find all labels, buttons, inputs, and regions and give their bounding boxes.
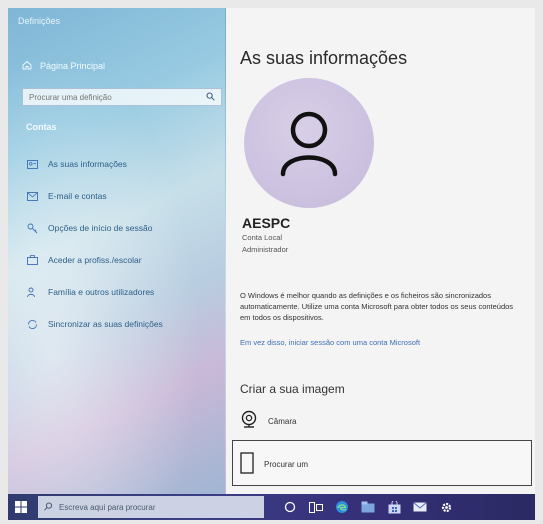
settings-icon[interactable] [438, 499, 454, 515]
nav-item-label: Aceder a profiss./escolar [48, 255, 142, 265]
search-icon [44, 502, 53, 513]
windows-logo-icon [15, 501, 27, 513]
camera-label: Câmara [268, 416, 297, 426]
browse-label: Procurar um [264, 459, 309, 469]
browse-option-content[interactable]: Procurar um [240, 452, 308, 476]
home-icon [22, 60, 32, 72]
task-view-icon[interactable] [308, 499, 324, 515]
settings-nav-pane: Definições Página Principal Contas As su… [8, 8, 226, 494]
user-avatar-icon [280, 111, 338, 177]
edge-icon[interactable] [334, 499, 350, 515]
create-picture-heading: Criar a sua imagem [240, 382, 345, 396]
user-name: AESPC [242, 215, 291, 231]
camera-option[interactable]: Câmara [240, 410, 296, 432]
settings-search-input[interactable] [29, 92, 199, 102]
cortana-icon[interactable] [282, 499, 298, 515]
taskbar-search-box[interactable]: Escreva aqui para procurar [38, 496, 264, 518]
taskbar-search-placeholder: Escreva aqui para procurar [59, 502, 156, 512]
avatar [244, 78, 374, 208]
settings-search-box[interactable] [22, 88, 222, 106]
home-label: Página Principal [40, 61, 106, 71]
sync-info-text: O Windows é melhor quando as definições … [240, 291, 514, 322]
search-icon[interactable] [206, 88, 215, 106]
start-button[interactable] [8, 494, 34, 520]
nav-item-email-accounts[interactable]: E-mail e contas [26, 190, 107, 202]
briefcase-icon [26, 254, 38, 266]
nav-item-sync-settings[interactable]: Sincronizar as suas definições [26, 318, 163, 330]
taskbar: Escreva aqui para procurar [8, 494, 535, 520]
account-role: Administrador [242, 245, 289, 254]
explorer-icon[interactable] [360, 499, 376, 515]
sync-icon [26, 318, 38, 330]
microsoft-signin-link[interactable]: Em vez disso, iniciar sessão com uma con… [240, 338, 420, 347]
nav-item-label: Sincronizar as suas definições [48, 319, 163, 329]
home-nav-item[interactable]: Página Principal [22, 60, 105, 72]
nav-item-family-users[interactable]: Família e outros utilizadores [26, 286, 154, 298]
nav-item-signin-options[interactable]: Opções de início de sessão [26, 222, 152, 234]
page-title: As suas informações [240, 48, 408, 68]
file-icon [240, 452, 254, 476]
account-type: Conta Local [242, 233, 283, 242]
key-icon [26, 222, 38, 234]
nav-item-label: Família e outros utilizadores [48, 287, 155, 297]
section-label: Contas [26, 122, 57, 132]
app-title: Definições [18, 16, 61, 26]
store-icon[interactable] [386, 499, 402, 515]
nav-item-work-school[interactable]: Aceder a profiss./escolar [26, 254, 142, 266]
nav-item-label: As suas informações [48, 159, 127, 169]
nav-item-label: E-mail e contas [48, 191, 107, 201]
nav-item-label: Opções de início de sessão [48, 223, 153, 233]
camera-icon [240, 410, 258, 432]
person-card-icon [26, 158, 38, 170]
mail-icon [26, 190, 38, 202]
taskbar-icons [282, 499, 454, 515]
mail-icon[interactable] [412, 499, 428, 515]
nav-item-your-info[interactable]: As suas informações [26, 158, 127, 170]
people-icon [26, 286, 38, 298]
your-info-page: As suas informações AESPC Conta Local Ad… [226, 8, 535, 494]
